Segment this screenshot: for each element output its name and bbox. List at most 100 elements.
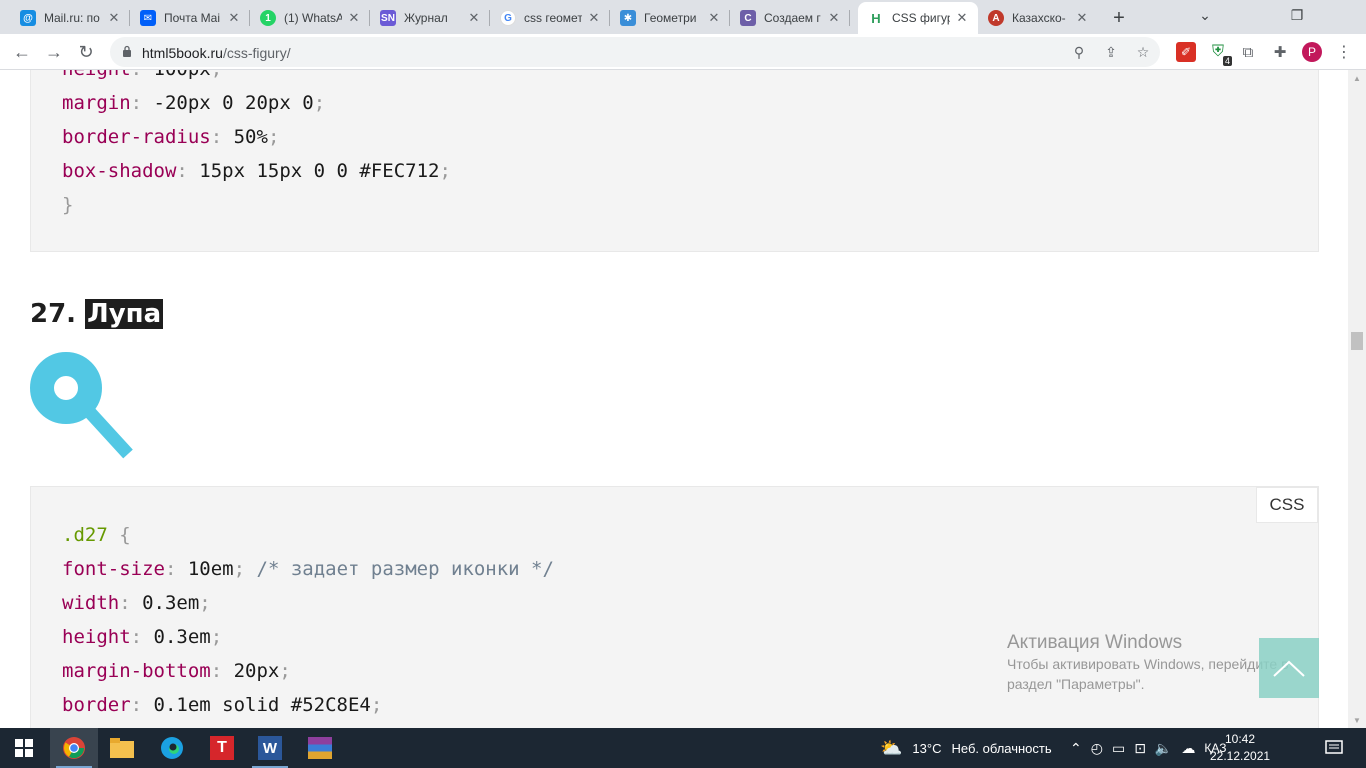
tab-translator[interactable]: A Казахско- ✕	[978, 2, 1098, 34]
bookmark-star-icon[interactable]: ☆	[1134, 43, 1152, 61]
chrome-taskbar-icon[interactable]	[50, 728, 98, 768]
activation-title: Активация Windows	[1007, 632, 1183, 653]
extension-red-icon[interactable]: ✐	[1176, 42, 1196, 62]
close-icon[interactable]: ✕	[466, 10, 482, 26]
code-line: font-size: 10em; /* задает размер иконки…	[62, 558, 554, 580]
profile-avatar[interactable]: P	[1302, 42, 1322, 62]
chevron-up-icon[interactable]: ⌃	[1070, 740, 1082, 757]
activation-line2: раздел "Параметры".	[1007, 676, 1145, 692]
tab-search-chevron-icon[interactable]: ⌄	[1190, 4, 1220, 26]
code-line: height: 100px;	[62, 70, 222, 80]
close-icon[interactable]: ✕	[346, 10, 362, 26]
code-line: width: 0.3em;	[62, 592, 211, 614]
battery-icon[interactable]: ▭	[1112, 740, 1125, 757]
file-explorer-icon[interactable]	[98, 728, 146, 768]
tab-title: css геомет	[524, 11, 582, 25]
tab-mail[interactable]: ✉ Почта Mai ✕	[130, 2, 250, 34]
tab-journal[interactable]: SN Журнал ✕	[370, 2, 490, 34]
tab-css-figures[interactable]: H CSS фигур ✕	[858, 2, 978, 34]
tab-geometry[interactable]: ✱ Геометри ✕	[610, 2, 730, 34]
red-t-app-icon[interactable]: T	[198, 728, 246, 768]
system-tray: ⌃ ◴ ▭ ⊡ 🔈 ☁ ҚАЗ	[1070, 728, 1226, 768]
browser-toolbar: ← → ↻ html5book.ru/css-figury/ ⚲ ⇪ ☆ ✐ ⛨…	[0, 34, 1366, 70]
scroll-to-top-button[interactable]	[1259, 638, 1319, 698]
code-line: border-radius: 50%;	[62, 126, 280, 148]
weather-text: Неб. облачность	[951, 740, 1052, 756]
code-line: .d27 {	[62, 524, 131, 546]
code-line: box-shadow: 15px 15px 0 0 #FEC712;	[62, 160, 451, 182]
tab-title: Геометри	[644, 11, 697, 25]
clock-time: 10:42	[1224, 732, 1256, 746]
envelope-icon: ✉	[140, 10, 156, 26]
puzzle-extensions-icon[interactable]: ✚	[1270, 42, 1290, 62]
tab-title: (1) WhatsA	[284, 11, 342, 25]
zoom-icon[interactable]: ⚲	[1070, 43, 1088, 61]
clock-date: 22.12.2021	[1210, 749, 1271, 763]
close-icon[interactable]: ✕	[586, 10, 602, 26]
scroll-up-arrow-icon[interactable]: ▲	[1348, 70, 1366, 86]
taskbar-clock[interactable]: 10:42 22.12.2021	[1210, 731, 1270, 765]
close-icon[interactable]: ✕	[954, 10, 970, 26]
tab-google[interactable]: G css геомет ✕	[490, 2, 610, 34]
code-block-previous: height: 100px; margin: -20px 0 20px 0; b…	[30, 70, 1319, 252]
tab-title: Журнал	[404, 11, 448, 25]
forward-arrow-icon[interactable]: →	[40, 38, 68, 66]
notifications-icon[interactable]	[1310, 728, 1358, 768]
onedrive-cloud-icon[interactable]: ☁	[1181, 740, 1195, 757]
network-icon[interactable]: ⊡	[1134, 740, 1146, 757]
magnifier-figure	[30, 352, 133, 459]
tab-mailru[interactable]: @ Mail.ru: по ✕	[10, 2, 130, 34]
activation-line1: Чтобы активировать Windows, перейдите в	[1007, 656, 1289, 672]
windows-taskbar: T W ⛅ 13°C Неб. облачность ⌃ ◴ ▭ ⊡ 🔈 ☁ Қ…	[0, 728, 1366, 768]
tab-title: CSS фигур	[892, 11, 950, 25]
google-icon: G	[500, 10, 516, 26]
word-icon[interactable]: W	[246, 728, 294, 768]
language-badge: CSS	[1256, 487, 1318, 523]
reload-icon[interactable]: ↻	[72, 38, 100, 66]
address-bar[interactable]: html5book.ru/css-figury/ ⚲ ⇪ ☆	[110, 37, 1160, 67]
scroll-down-arrow-icon[interactable]: ▼	[1348, 712, 1366, 728]
page-scrollbar[interactable]: ▲ ▼	[1348, 70, 1366, 728]
close-icon[interactable]: ✕	[106, 10, 122, 26]
tab-whatsapp[interactable]: 1 (1) WhatsA ✕	[250, 2, 370, 34]
restore-window-icon[interactable]: ❐	[1282, 4, 1312, 26]
geometry-site-icon: ✱	[620, 10, 636, 26]
weather-widget[interactable]: ⛅ 13°C Неб. облачность	[880, 728, 1052, 768]
tab-title: Mail.ru: по	[44, 11, 100, 25]
lock-icon	[123, 45, 131, 57]
close-icon[interactable]: ✕	[706, 10, 722, 26]
section-heading: 27. Лупа	[30, 299, 164, 329]
scrollbar-thumb[interactable]	[1351, 332, 1363, 350]
edge-browser-icon[interactable]	[148, 728, 196, 768]
back-arrow-icon[interactable]: ←	[8, 38, 36, 66]
code-line: border: 0.1em solid #52C8E4;	[62, 694, 383, 716]
extension-grid-icon[interactable]: ⧉	[1238, 42, 1258, 62]
url-text: html5book.ru/css-figury/	[142, 45, 291, 61]
winrar-icon[interactable]	[296, 728, 344, 768]
magnifier-handle	[80, 402, 133, 459]
page-content: height: 100px; margin: -20px 0 20px 0; b…	[0, 70, 1348, 728]
menu-kebab-icon[interactable]: ⋮	[1334, 42, 1354, 62]
journal-sn-icon: SN	[380, 10, 396, 26]
translator-icon: A	[988, 10, 1004, 26]
close-icon[interactable]: ✕	[1074, 10, 1090, 26]
tab-strip: @ Mail.ru: по ✕ ✉ Почта Mai ✕ 1 (1) What…	[0, 0, 1366, 34]
share-icon[interactable]: ⇪	[1102, 43, 1120, 61]
code-line: height: 0.3em;	[62, 626, 223, 648]
html5book-icon: H	[868, 10, 884, 26]
tray-app-icon[interactable]: ◴	[1091, 740, 1103, 757]
volume-icon[interactable]: 🔈	[1155, 740, 1172, 757]
new-tab-button[interactable]: +	[1106, 5, 1132, 31]
tab-create[interactable]: C Создаем г ✕	[730, 2, 850, 34]
whatsapp-icon: 1	[260, 10, 276, 26]
site-c-icon: C	[740, 10, 756, 26]
windows-start-icon[interactable]	[0, 728, 48, 768]
partly-cloudy-icon: ⛅	[880, 737, 903, 758]
weather-temp: 13°C	[912, 740, 942, 756]
shield-extension-icon[interactable]: ⛨ 4	[1208, 42, 1232, 66]
mailru-at-icon: @	[20, 10, 36, 26]
close-icon[interactable]: ✕	[226, 10, 242, 26]
close-icon[interactable]: ✕	[826, 10, 842, 26]
tab-title: Почта Mai	[164, 11, 220, 25]
code-line: margin: -20px 0 20px 0;	[62, 92, 326, 114]
